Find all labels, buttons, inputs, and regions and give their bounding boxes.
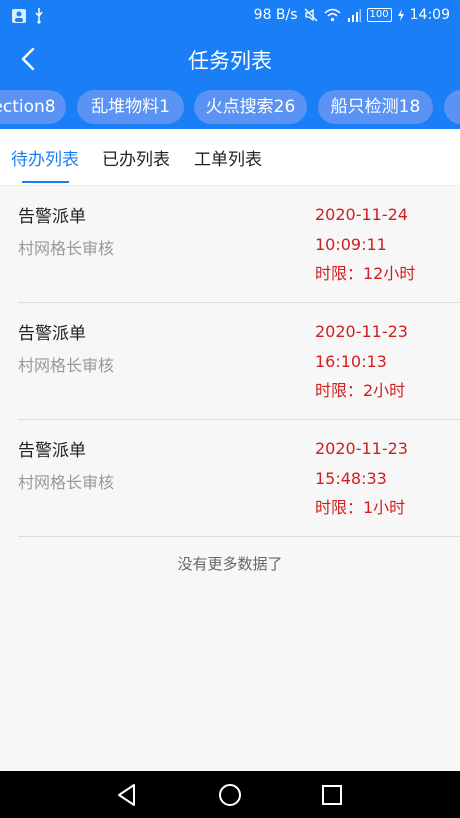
tab-work-orders[interactable]: 工单列表 xyxy=(194,145,262,170)
signal-icon xyxy=(347,9,361,22)
circle-home-icon xyxy=(219,784,241,806)
task-stage: 村网格长审核 xyxy=(18,356,115,375)
task-stage: 村网格长审核 xyxy=(18,473,115,492)
task-date: 2020-11-23 xyxy=(315,322,408,341)
task-tabs: 待办列表 已办列表 工单列表 xyxy=(0,129,460,186)
task-date: 2020-11-24 xyxy=(315,205,408,224)
battery-icon: 100 xyxy=(366,8,392,22)
network-speed: 98 B/s xyxy=(253,7,298,23)
chip-overflow[interactable] xyxy=(444,90,460,124)
chip-fire-search[interactable]: 火点搜索26 xyxy=(194,90,307,124)
active-tab-indicator xyxy=(22,181,69,183)
chip-ection[interactable]: ection8 xyxy=(0,90,66,124)
task-title: 告警派单 xyxy=(18,207,86,227)
task-item[interactable]: 告警派单 村网格长审核 2020-11-23 15:48:33 时限：1小时 xyxy=(18,420,460,537)
triangle-back-icon xyxy=(118,784,135,806)
clock: 14:09 xyxy=(409,7,450,23)
task-item[interactable]: 告警派单 村网格长审核 2020-11-24 10:09:11 时限：12小时 xyxy=(18,186,460,303)
nav-back-button[interactable] xyxy=(114,782,140,808)
task-deadline: 时限：2小时 xyxy=(315,381,406,400)
mute-icon xyxy=(304,8,318,22)
charging-icon xyxy=(397,9,404,21)
task-date: 2020-11-23 xyxy=(315,439,408,458)
nav-home-button[interactable] xyxy=(217,782,243,808)
page-title: 任务列表 xyxy=(188,49,272,73)
task-item[interactable]: 告警派单 村网格长审核 2020-11-23 16:10:13 时限：2小时 xyxy=(18,303,460,420)
status-bar: 98 B/s 100 14:09 xyxy=(0,0,460,32)
wifi-icon xyxy=(324,8,341,22)
notification-avatar-icon xyxy=(12,9,26,23)
task-deadline: 时限：1小时 xyxy=(315,498,406,517)
system-nav-bar xyxy=(0,771,460,818)
task-time: 15:48:33 xyxy=(315,468,387,488)
task-deadline: 时限：12小时 xyxy=(315,264,416,283)
square-recents-icon xyxy=(322,785,342,805)
chip-debris[interactable]: 乱堆物料1 xyxy=(77,90,184,124)
nav-recents-button[interactable] xyxy=(319,782,345,808)
category-chip-bar[interactable]: ection8 乱堆物料1 火点搜索26 船只检测18 xyxy=(0,87,460,129)
tab-completed[interactable]: 已办列表 xyxy=(102,145,170,170)
app-header: 任务列表 xyxy=(0,32,460,87)
tab-pending[interactable]: 待办列表 xyxy=(11,145,79,170)
usb-icon xyxy=(35,8,43,24)
task-list: 告警派单 村网格长审核 2020-11-24 10:09:11 时限：12小时 … xyxy=(0,186,460,537)
task-stage: 村网格长审核 xyxy=(18,239,115,258)
task-time: 10:09:11 xyxy=(315,234,387,254)
no-more-data-text: 没有更多数据了 xyxy=(177,555,283,573)
task-time: 16:10:13 xyxy=(315,351,387,371)
task-title: 告警派单 xyxy=(18,324,86,344)
chip-ship-detection[interactable]: 船只检测18 xyxy=(318,90,433,124)
task-title: 告警派单 xyxy=(18,441,86,461)
